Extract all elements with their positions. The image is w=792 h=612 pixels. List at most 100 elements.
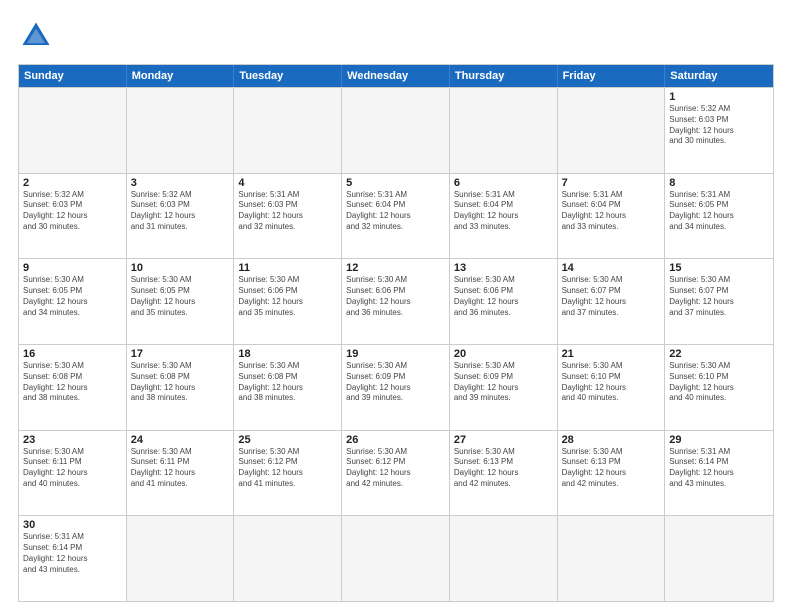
day-info: Sunrise: 5:31 AM Sunset: 6:04 PM Dayligh… xyxy=(454,190,553,233)
day-info: Sunrise: 5:30 AM Sunset: 6:09 PM Dayligh… xyxy=(454,361,553,404)
calendar-cell xyxy=(127,516,235,601)
calendar-row: 9Sunrise: 5:30 AM Sunset: 6:05 PM Daylig… xyxy=(19,258,773,344)
day-info: Sunrise: 5:31 AM Sunset: 6:03 PM Dayligh… xyxy=(238,190,337,233)
day-number: 15 xyxy=(669,262,769,274)
calendar-cell: 24Sunrise: 5:30 AM Sunset: 6:11 PM Dayli… xyxy=(127,431,235,516)
calendar-cell: 5Sunrise: 5:31 AM Sunset: 6:04 PM Daylig… xyxy=(342,174,450,259)
day-info: Sunrise: 5:30 AM Sunset: 6:11 PM Dayligh… xyxy=(23,447,122,490)
day-number: 26 xyxy=(346,434,445,446)
calendar-cell: 30Sunrise: 5:31 AM Sunset: 6:14 PM Dayli… xyxy=(19,516,127,601)
day-number: 24 xyxy=(131,434,230,446)
calendar-cell: 26Sunrise: 5:30 AM Sunset: 6:12 PM Dayli… xyxy=(342,431,450,516)
calendar-cell: 2Sunrise: 5:32 AM Sunset: 6:03 PM Daylig… xyxy=(19,174,127,259)
calendar-cell xyxy=(450,516,558,601)
day-info: Sunrise: 5:30 AM Sunset: 6:12 PM Dayligh… xyxy=(346,447,445,490)
calendar-cell: 11Sunrise: 5:30 AM Sunset: 6:06 PM Dayli… xyxy=(234,259,342,344)
day-number: 29 xyxy=(669,434,769,446)
calendar: SundayMondayTuesdayWednesdayThursdayFrid… xyxy=(18,64,774,602)
calendar-cell xyxy=(558,516,666,601)
day-number: 28 xyxy=(562,434,661,446)
day-info: Sunrise: 5:30 AM Sunset: 6:06 PM Dayligh… xyxy=(454,275,553,318)
day-info: Sunrise: 5:30 AM Sunset: 6:10 PM Dayligh… xyxy=(562,361,661,404)
calendar-row: 16Sunrise: 5:30 AM Sunset: 6:08 PM Dayli… xyxy=(19,344,773,430)
weekday-header: Tuesday xyxy=(234,65,342,87)
day-info: Sunrise: 5:30 AM Sunset: 6:06 PM Dayligh… xyxy=(346,275,445,318)
calendar-cell: 3Sunrise: 5:32 AM Sunset: 6:03 PM Daylig… xyxy=(127,174,235,259)
day-number: 27 xyxy=(454,434,553,446)
calendar-cell xyxy=(234,516,342,601)
logo xyxy=(18,18,58,54)
calendar-row: 23Sunrise: 5:30 AM Sunset: 6:11 PM Dayli… xyxy=(19,430,773,516)
day-number: 8 xyxy=(669,177,769,189)
calendar-cell: 14Sunrise: 5:30 AM Sunset: 6:07 PM Dayli… xyxy=(558,259,666,344)
calendar-cell: 1Sunrise: 5:32 AM Sunset: 6:03 PM Daylig… xyxy=(665,88,773,173)
calendar-cell: 15Sunrise: 5:30 AM Sunset: 6:07 PM Dayli… xyxy=(665,259,773,344)
day-info: Sunrise: 5:30 AM Sunset: 6:10 PM Dayligh… xyxy=(669,361,769,404)
day-info: Sunrise: 5:31 AM Sunset: 6:05 PM Dayligh… xyxy=(669,190,769,233)
calendar-cell xyxy=(558,88,666,173)
calendar-cell: 20Sunrise: 5:30 AM Sunset: 6:09 PM Dayli… xyxy=(450,345,558,430)
calendar-cell xyxy=(665,516,773,601)
weekday-header: Monday xyxy=(127,65,235,87)
day-info: Sunrise: 5:30 AM Sunset: 6:08 PM Dayligh… xyxy=(238,361,337,404)
calendar-header: SundayMondayTuesdayWednesdayThursdayFrid… xyxy=(19,65,773,87)
day-info: Sunrise: 5:30 AM Sunset: 6:07 PM Dayligh… xyxy=(562,275,661,318)
calendar-cell xyxy=(342,88,450,173)
calendar-cell: 19Sunrise: 5:30 AM Sunset: 6:09 PM Dayli… xyxy=(342,345,450,430)
calendar-cell: 12Sunrise: 5:30 AM Sunset: 6:06 PM Dayli… xyxy=(342,259,450,344)
calendar-cell: 9Sunrise: 5:30 AM Sunset: 6:05 PM Daylig… xyxy=(19,259,127,344)
calendar-body: 1Sunrise: 5:32 AM Sunset: 6:03 PM Daylig… xyxy=(19,87,773,601)
day-info: Sunrise: 5:30 AM Sunset: 6:05 PM Dayligh… xyxy=(23,275,122,318)
calendar-cell: 13Sunrise: 5:30 AM Sunset: 6:06 PM Dayli… xyxy=(450,259,558,344)
calendar-cell: 29Sunrise: 5:31 AM Sunset: 6:14 PM Dayli… xyxy=(665,431,773,516)
calendar-cell: 17Sunrise: 5:30 AM Sunset: 6:08 PM Dayli… xyxy=(127,345,235,430)
day-info: Sunrise: 5:32 AM Sunset: 6:03 PM Dayligh… xyxy=(23,190,122,233)
day-number: 17 xyxy=(131,348,230,360)
day-number: 12 xyxy=(346,262,445,274)
calendar-cell: 8Sunrise: 5:31 AM Sunset: 6:05 PM Daylig… xyxy=(665,174,773,259)
calendar-cell: 21Sunrise: 5:30 AM Sunset: 6:10 PM Dayli… xyxy=(558,345,666,430)
weekday-header: Wednesday xyxy=(342,65,450,87)
calendar-row: 1Sunrise: 5:32 AM Sunset: 6:03 PM Daylig… xyxy=(19,87,773,173)
day-number: 7 xyxy=(562,177,661,189)
calendar-cell xyxy=(127,88,235,173)
calendar-cell xyxy=(234,88,342,173)
day-info: Sunrise: 5:30 AM Sunset: 6:05 PM Dayligh… xyxy=(131,275,230,318)
calendar-row: 2Sunrise: 5:32 AM Sunset: 6:03 PM Daylig… xyxy=(19,173,773,259)
day-number: 3 xyxy=(131,177,230,189)
day-number: 23 xyxy=(23,434,122,446)
day-number: 11 xyxy=(238,262,337,274)
calendar-cell: 22Sunrise: 5:30 AM Sunset: 6:10 PM Dayli… xyxy=(665,345,773,430)
day-info: Sunrise: 5:30 AM Sunset: 6:09 PM Dayligh… xyxy=(346,361,445,404)
day-number: 9 xyxy=(23,262,122,274)
day-info: Sunrise: 5:30 AM Sunset: 6:07 PM Dayligh… xyxy=(669,275,769,318)
day-info: Sunrise: 5:30 AM Sunset: 6:06 PM Dayligh… xyxy=(238,275,337,318)
calendar-cell: 16Sunrise: 5:30 AM Sunset: 6:08 PM Dayli… xyxy=(19,345,127,430)
day-info: Sunrise: 5:32 AM Sunset: 6:03 PM Dayligh… xyxy=(669,104,769,147)
weekday-header: Thursday xyxy=(450,65,558,87)
page: SundayMondayTuesdayWednesdayThursdayFrid… xyxy=(0,0,792,612)
calendar-cell xyxy=(342,516,450,601)
day-number: 13 xyxy=(454,262,553,274)
day-info: Sunrise: 5:31 AM Sunset: 6:14 PM Dayligh… xyxy=(669,447,769,490)
day-number: 5 xyxy=(346,177,445,189)
calendar-cell: 27Sunrise: 5:30 AM Sunset: 6:13 PM Dayli… xyxy=(450,431,558,516)
calendar-row: 30Sunrise: 5:31 AM Sunset: 6:14 PM Dayli… xyxy=(19,515,773,601)
day-number: 30 xyxy=(23,519,122,531)
calendar-cell: 7Sunrise: 5:31 AM Sunset: 6:04 PM Daylig… xyxy=(558,174,666,259)
day-info: Sunrise: 5:31 AM Sunset: 6:14 PM Dayligh… xyxy=(23,532,122,575)
day-number: 25 xyxy=(238,434,337,446)
day-info: Sunrise: 5:30 AM Sunset: 6:08 PM Dayligh… xyxy=(131,361,230,404)
weekday-header: Saturday xyxy=(665,65,773,87)
day-number: 10 xyxy=(131,262,230,274)
day-info: Sunrise: 5:30 AM Sunset: 6:13 PM Dayligh… xyxy=(562,447,661,490)
calendar-cell xyxy=(450,88,558,173)
calendar-cell: 25Sunrise: 5:30 AM Sunset: 6:12 PM Dayli… xyxy=(234,431,342,516)
day-number: 4 xyxy=(238,177,337,189)
calendar-cell: 6Sunrise: 5:31 AM Sunset: 6:04 PM Daylig… xyxy=(450,174,558,259)
day-info: Sunrise: 5:30 AM Sunset: 6:11 PM Dayligh… xyxy=(131,447,230,490)
day-info: Sunrise: 5:30 AM Sunset: 6:12 PM Dayligh… xyxy=(238,447,337,490)
calendar-cell: 18Sunrise: 5:30 AM Sunset: 6:08 PM Dayli… xyxy=(234,345,342,430)
calendar-cell: 28Sunrise: 5:30 AM Sunset: 6:13 PM Dayli… xyxy=(558,431,666,516)
calendar-cell: 23Sunrise: 5:30 AM Sunset: 6:11 PM Dayli… xyxy=(19,431,127,516)
